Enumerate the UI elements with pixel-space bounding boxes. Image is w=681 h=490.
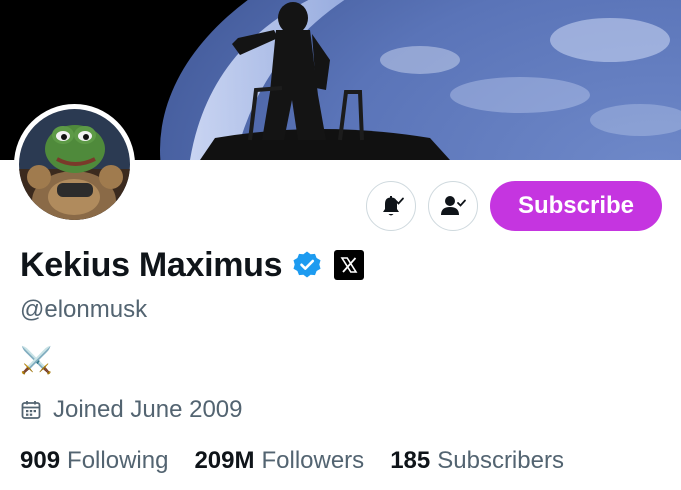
subscribers-count: 185 [390, 447, 431, 474]
avatar-image [19, 109, 130, 220]
x-logo-icon[interactable] [334, 250, 365, 280]
profile-bio: ⚔️ [20, 345, 53, 375]
following-count: 909 [20, 447, 61, 474]
profile-avatar[interactable] [14, 104, 135, 225]
profile-stats: 909 Following 209M Followers 185 Subscri… [20, 447, 590, 475]
calendar-icon [20, 399, 42, 421]
followers-label: Followers [261, 447, 365, 474]
following-button[interactable] [428, 181, 478, 231]
joined-date-row: Joined June 2009 [20, 396, 243, 424]
person-check-icon [439, 192, 467, 220]
joined-date: Joined June 2009 [53, 396, 243, 423]
following-stat[interactable]: 909 Following [20, 447, 168, 475]
subscribe-button[interactable]: Subscribe [490, 181, 662, 231]
following-label: Following [67, 447, 169, 474]
followers-count: 209M [194, 447, 255, 474]
subscribers-label: Subscribers [437, 447, 564, 474]
subscribers-stat[interactable]: 185 Subscribers [390, 447, 564, 475]
followers-stat[interactable]: 209M Followers [194, 447, 364, 475]
bell-check-icon [377, 192, 405, 220]
verified-badge-icon[interactable] [292, 250, 322, 280]
display-name: Kekius Maximus [20, 245, 283, 284]
notifications-button[interactable] [366, 181, 416, 231]
name-row: Kekius Maximus [20, 243, 365, 287]
user-handle: @elonmusk [20, 296, 148, 323]
